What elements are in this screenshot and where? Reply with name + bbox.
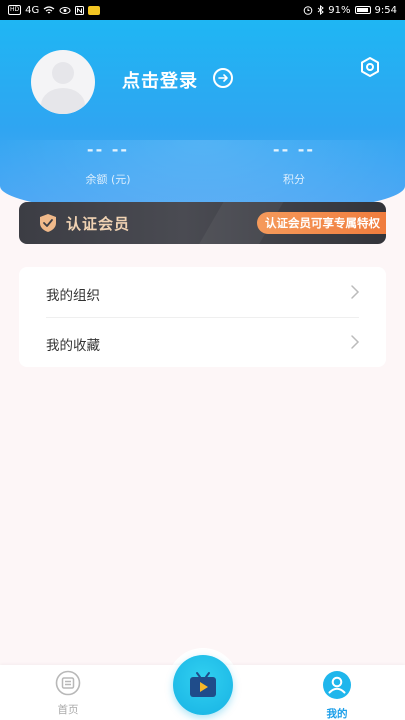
tab-home[interactable]: 首页 [38,670,98,717]
vip-benefits-badge[interactable]: 认证会员可享专属特权 [257,212,386,234]
menu-item-label: 我的收藏 [46,338,100,354]
login-button[interactable]: 点击登录 [122,67,198,93]
clock: 9:54 [374,4,397,16]
hd-indicator: HD [8,5,22,15]
vip-card[interactable]: 认证会员 认证会员可享专属特权 [19,202,386,244]
bluetooth-icon [317,5,325,15]
arrow-right-circle-icon[interactable] [213,68,233,88]
user-profile-icon [323,671,351,699]
status-left: HD 4G [8,4,101,16]
menu-item-organization[interactable]: 我的组织 [19,267,386,317]
menu-item-label: 我的组织 [46,288,100,304]
tab-mine-label: 我的 [326,708,348,720]
avatar[interactable] [31,50,95,114]
signal-indicator: 4G [25,4,40,16]
eye-icon [59,6,71,14]
points-label: 积分 [283,173,305,186]
shield-check-icon [40,214,56,232]
status-right: 91% 9:54 [303,5,397,16]
alarm-icon [303,6,313,15]
tab-home-label: 首页 [57,704,79,716]
avatar-body-shape [41,88,85,114]
home-icon [55,670,81,696]
video-center-button[interactable] [173,655,233,715]
menu-item-favorites[interactable]: 我的收藏 [19,317,386,367]
battery-icon [354,6,371,14]
balance-stat[interactable]: -- -- 余额 (元) [48,140,168,187]
points-value: -- -- [272,140,316,159]
wifi-icon [43,5,55,13]
video-play-icon [190,672,216,697]
notification-icon [88,5,101,15]
settings-icon[interactable] [359,56,381,78]
balance-label: 余额 (元) [85,173,131,186]
points-stat[interactable]: -- -- 积分 [234,140,354,187]
balance-value: -- -- [86,140,130,159]
status-bar: HD 4G 91% 9:54 [0,0,405,20]
profile-header: 点击登录 -- -- 余额 (元) -- -- 积分 [0,20,405,216]
avatar-head-shape [52,62,74,84]
chevron-right-icon [351,335,360,349]
chevron-right-icon [351,285,360,299]
vip-title: 认证会员 [66,215,131,233]
menu-card: 我的组织 我的收藏 [19,267,386,367]
nfc-icon [75,5,85,15]
battery-percent: 91% [328,4,351,16]
tab-mine[interactable]: 我的 [307,670,367,720]
